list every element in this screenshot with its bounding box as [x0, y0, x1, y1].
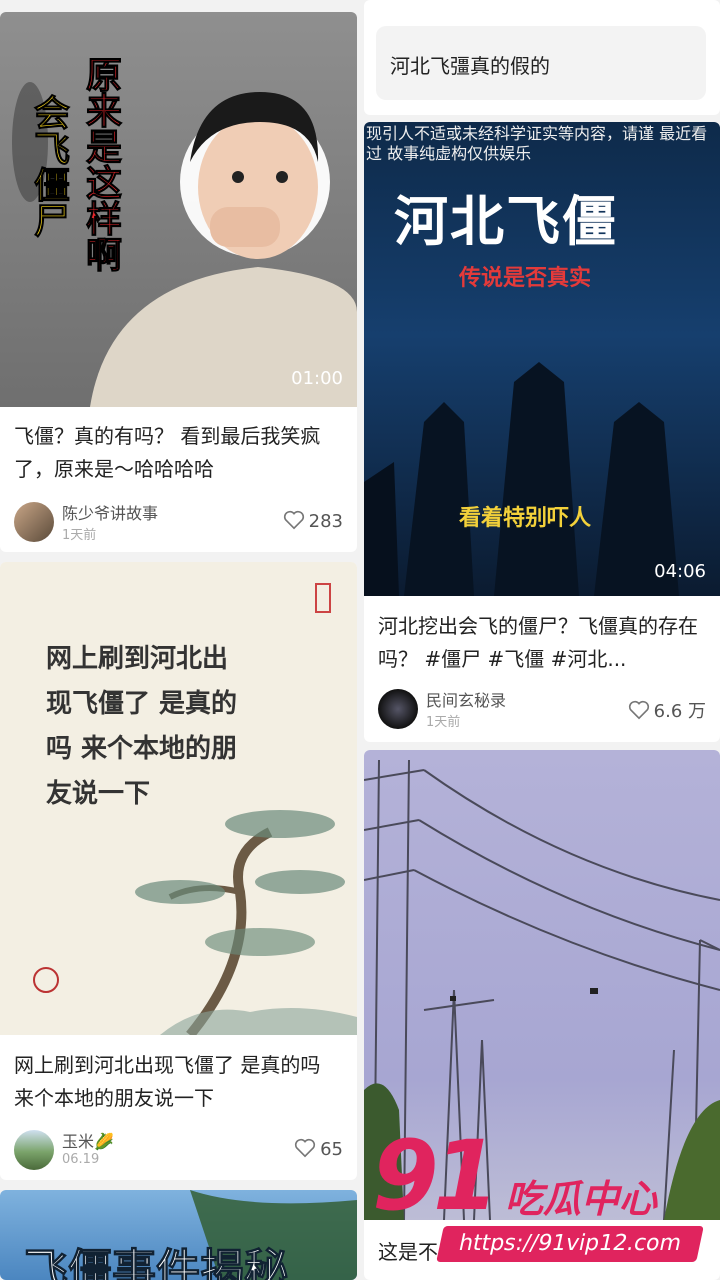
watermark-url: https://91vip12.com: [436, 1226, 704, 1262]
post-1-thumbnail[interactable]: 原来是这样啊 会飞僵尸 01:00: [0, 12, 357, 407]
post-title[interactable]: 网上刷到河北出现飞僵了 是真的吗 来个本地的朋友说一下: [14, 1049, 345, 1115]
author-row[interactable]: 玉米🌽 06.19 65: [14, 1128, 343, 1172]
overlay-bottom-text: 看着特别吓人: [459, 506, 592, 531]
related-query-chip[interactable]: 河北飞彊真的假的: [376, 26, 706, 100]
post-card-3[interactable]: 网上刷到河北出 现飞僵了 是真的 吗 来个本地的朋 友说一下 网上刷到河北出现飞…: [0, 562, 357, 1180]
overlay-subtitle: 传说是否真实: [459, 266, 592, 291]
overlay-main-title: 河北飞僵: [394, 189, 618, 253]
video-duration: 04:06: [654, 561, 706, 582]
author-name[interactable]: 陈少爷讲故事: [62, 500, 158, 524]
like-count: 65: [320, 1139, 343, 1160]
post-card-1[interactable]: 原来是这样啊 会飞僵尸 01:00 飞僵？真的有吗？ 看到最后我笑疯了，原来是～…: [0, 12, 357, 552]
post-card-2[interactable]: 现引人不适或未经科学证实等内容，请谨 最近看过 故事纯虚构仅供娱乐 河北飞僵 传…: [364, 122, 720, 742]
poem-line-4: 友说一下: [46, 779, 151, 809]
post-title[interactable]: 河北挖出会飞的僵尸？飞僵真的存在吗？ #僵尸 #飞僵 #河北...: [378, 610, 708, 676]
post-5-thumbnail[interactable]: 飞僵事件揭秘: [0, 1190, 357, 1280]
watermark-number: 91: [372, 1120, 500, 1232]
poem-text: 网上刷到河北出 现飞僵了 是真的 吗 来个本地的朋 友说一下: [46, 637, 286, 817]
heart-icon: [628, 700, 649, 720]
heart-icon: [295, 1138, 316, 1158]
like-button[interactable]: 65: [294, 1138, 343, 1160]
like-button[interactable]: 6.6 万: [628, 697, 706, 723]
overlay-top-text: 现引人不适或未经科学证实等内容，请谨 最近看过 故事纯虚构仅供娱乐: [366, 124, 708, 163]
post-date: 06.19: [62, 1152, 100, 1167]
avatar[interactable]: [14, 1130, 54, 1170]
author-row[interactable]: 民间玄秘录 1天前 6.6 万: [378, 687, 706, 731]
post-title[interactable]: 飞僵？真的有吗？ 看到最后我笑疯了，原来是～哈哈哈哈: [14, 420, 345, 486]
like-count: 283: [308, 511, 343, 532]
overlay-yellow-text: 会飞僵尸: [28, 94, 70, 246]
video-duration: 01:00: [291, 368, 343, 389]
post-date: 1天前: [426, 715, 461, 730]
post-3-thumbnail[interactable]: 网上刷到河北出 现飞僵了 是真的 吗 来个本地的朋 友说一下: [0, 562, 357, 1035]
post-card-5[interactable]: 飞僵事件揭秘: [0, 1190, 357, 1280]
author-name[interactable]: 玉米🌽: [62, 1128, 114, 1152]
poem-line-1: 网上刷到河北出: [46, 644, 229, 674]
author-row[interactable]: 陈少爷讲故事 1天前 283: [14, 500, 343, 544]
heart-icon: [283, 510, 304, 530]
overlay-line-1: 原来是这样啊: [80, 56, 122, 273]
post-2-thumbnail[interactable]: 现引人不适或未经科学证实等内容，请谨 最近看过 故事纯虚构仅供娱乐 河北飞僵 传…: [364, 122, 720, 596]
like-count: 6.6 万: [653, 701, 706, 722]
overlay-red-text: 原来是这样啊: [80, 56, 122, 280]
watermark-brand: 吃瓜中心: [505, 1177, 658, 1221]
post-date: 1天前: [62, 528, 97, 543]
overlay-line-2: 会飞僵尸: [28, 94, 70, 239]
author-name[interactable]: 民间玄秘录: [426, 687, 506, 711]
like-button[interactable]: 283: [283, 510, 343, 532]
overlay-main-title: 飞僵事件揭秘: [24, 1245, 289, 1280]
related-query-text: 河北飞彊真的假的: [390, 54, 550, 78]
poem-line-3: 吗 来个本地的朋: [46, 734, 238, 764]
poem-line-2: 现飞僵了 是真的: [46, 689, 238, 719]
avatar[interactable]: [378, 689, 418, 729]
avatar[interactable]: [14, 502, 54, 542]
